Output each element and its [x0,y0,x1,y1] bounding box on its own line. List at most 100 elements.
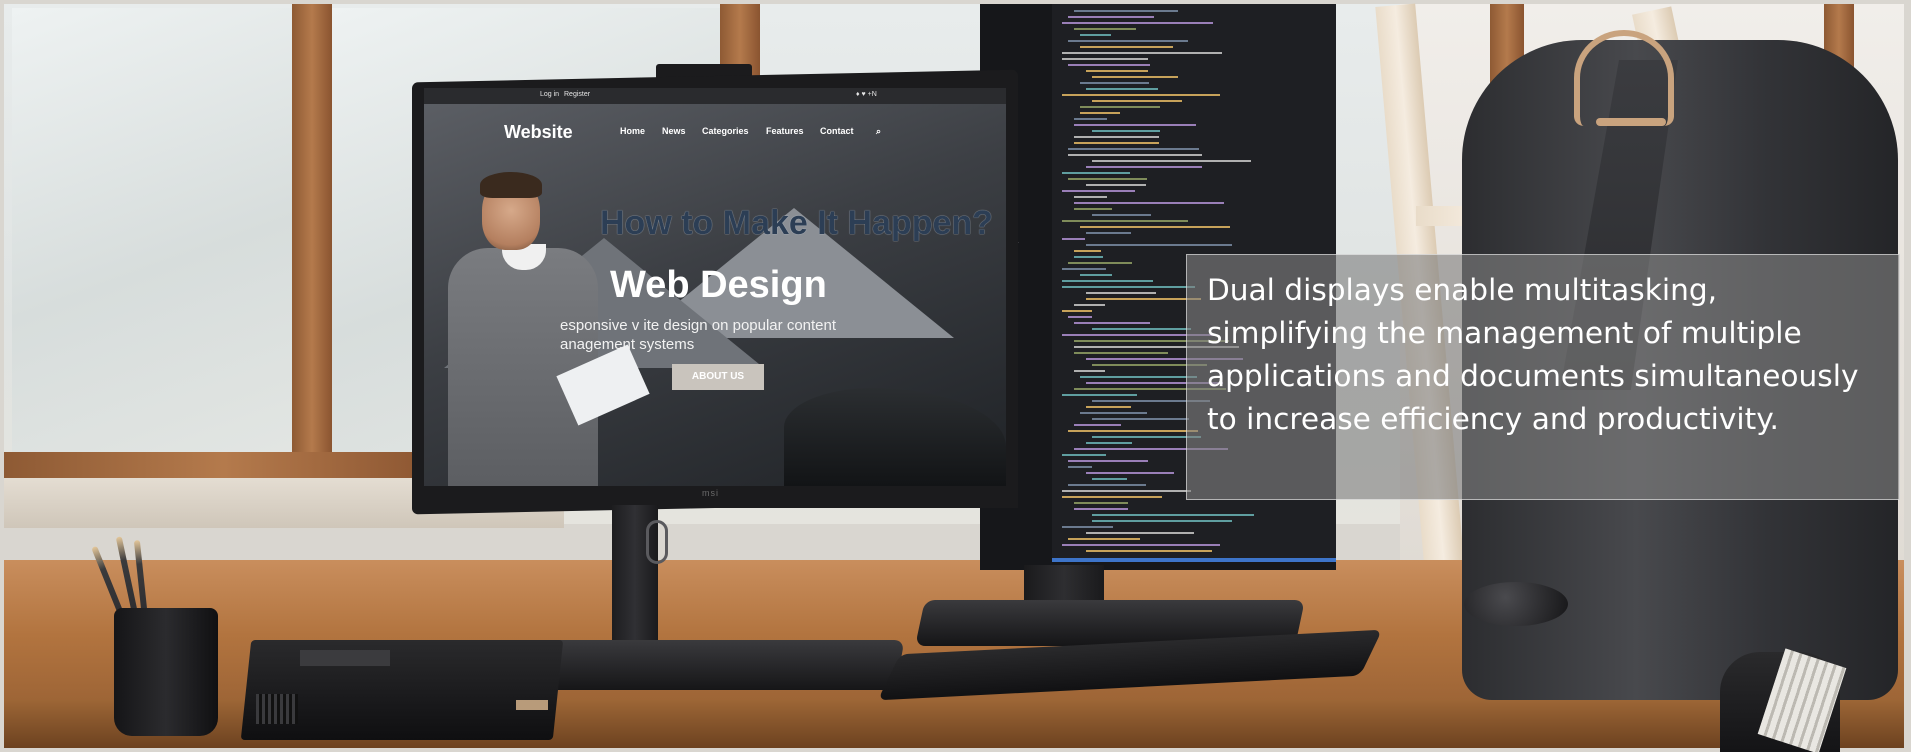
register-link[interactable]: Register [564,91,590,98]
code-line [1074,304,1105,306]
code-line [1092,130,1160,132]
code-line [1092,478,1127,480]
code-line [1086,472,1174,474]
code-line [1068,316,1092,318]
code-line [1062,220,1188,222]
code-line [1068,148,1199,150]
code-line [1086,292,1156,294]
code-line [1080,46,1173,48]
code-line [1062,22,1213,24]
code-line [1086,532,1194,534]
code-line [1062,58,1148,60]
code-line [1074,136,1159,138]
code-line [1074,424,1121,426]
code-line [1068,484,1146,486]
code-line [1086,244,1232,246]
site-logo[interactable]: Website [504,122,573,143]
code-line [1062,310,1092,312]
code-line [1062,268,1106,270]
mouse [1464,582,1568,626]
code-line [1080,112,1120,114]
hero-subheadline: Web Design [610,264,827,306]
code-line [1068,154,1202,156]
code-line [1062,172,1130,174]
code-line [1086,232,1131,234]
code-line [1062,238,1085,240]
login-link[interactable]: Log in [540,91,559,98]
caption-text: Dual displays enable multitasking, simpl… [1207,269,1881,441]
monitor-brand-logo: msi [702,488,719,498]
code-line [1086,70,1148,72]
caption-line-2: simplifying the management of multiple [1207,316,1802,350]
code-line [1062,94,1220,96]
nav-features[interactable]: Features [766,126,804,136]
code-line [1062,190,1135,192]
monitor-stand-base [535,640,905,690]
code-line [1092,160,1251,162]
stand-cable-hole [646,520,668,564]
code-line [1080,226,1230,228]
caption-box: Dual displays enable multitasking, simpl… [1186,254,1900,500]
code-line [1074,202,1224,204]
code-line [1086,442,1132,444]
nav-contact[interactable]: Contact [820,126,854,136]
code-line [1068,538,1140,540]
search-icon[interactable]: ⌕ [876,126,881,137]
caption-line-1: Dual displays enable multitasking, [1207,273,1718,307]
mini-pc-top-panel [300,650,390,666]
code-line [1068,262,1132,264]
code-line [1068,40,1188,42]
code-line [1074,256,1103,258]
hero-description: esponsive v ite design on popular conten… [560,317,837,353]
about-us-button[interactable]: ABOUT US [672,364,764,390]
code-line [1092,520,1232,522]
code-line [1086,88,1158,90]
site-top-bar: Log in Register ♦ ♥ +N [424,88,1006,104]
code-line [1092,436,1201,438]
code-line [1092,328,1191,330]
code-line [1062,52,1222,54]
window-frame-vertical-1 [292,4,332,484]
caption-line-3: applications and documents simultaneousl… [1207,359,1859,393]
window-frame-horizontal [4,452,444,478]
code-line [1074,508,1128,510]
code-line [1062,454,1106,456]
website-screen: Log in Register ♦ ♥ +N Website Home News… [424,88,1006,486]
code-line [1092,514,1254,516]
editor-status-bar [1052,558,1336,562]
code-line [1068,178,1147,180]
code-line [1062,280,1153,282]
code-line [1074,124,1196,126]
code-line [1074,370,1105,372]
code-line [1062,286,1195,288]
code-line [1062,490,1191,492]
code-line [1074,142,1159,144]
code-line [1074,208,1112,210]
code-line [1074,10,1178,12]
hanger-bar [1596,118,1666,126]
nav-home[interactable]: Home [620,126,645,136]
code-line [1080,376,1197,378]
code-line [1080,412,1147,414]
code-line [1092,100,1182,102]
nav-news[interactable]: News [662,126,686,136]
code-line [1086,298,1201,300]
code-line [1092,214,1151,216]
code-line [1074,196,1107,198]
caption-line-4: to increase efficiency and productivity. [1207,402,1779,436]
code-line [1062,526,1113,528]
code-line [1080,274,1112,276]
nav-categories[interactable]: Categories [702,126,749,136]
person-hair [480,172,542,198]
code-line [1092,76,1178,78]
hero-headline: How to Make It Happen? [600,204,993,242]
trees-silhouette [784,388,1006,486]
mini-pc-accent [516,700,548,710]
code-line [1080,82,1149,84]
pencil-cup [114,608,218,736]
mini-pc-vent [256,694,298,724]
code-line [1074,502,1128,504]
code-line [1074,352,1168,354]
code-line [1074,250,1101,252]
product-scene: msi Log in Register ♦ ♥ +N Website Home … [0,0,1911,752]
